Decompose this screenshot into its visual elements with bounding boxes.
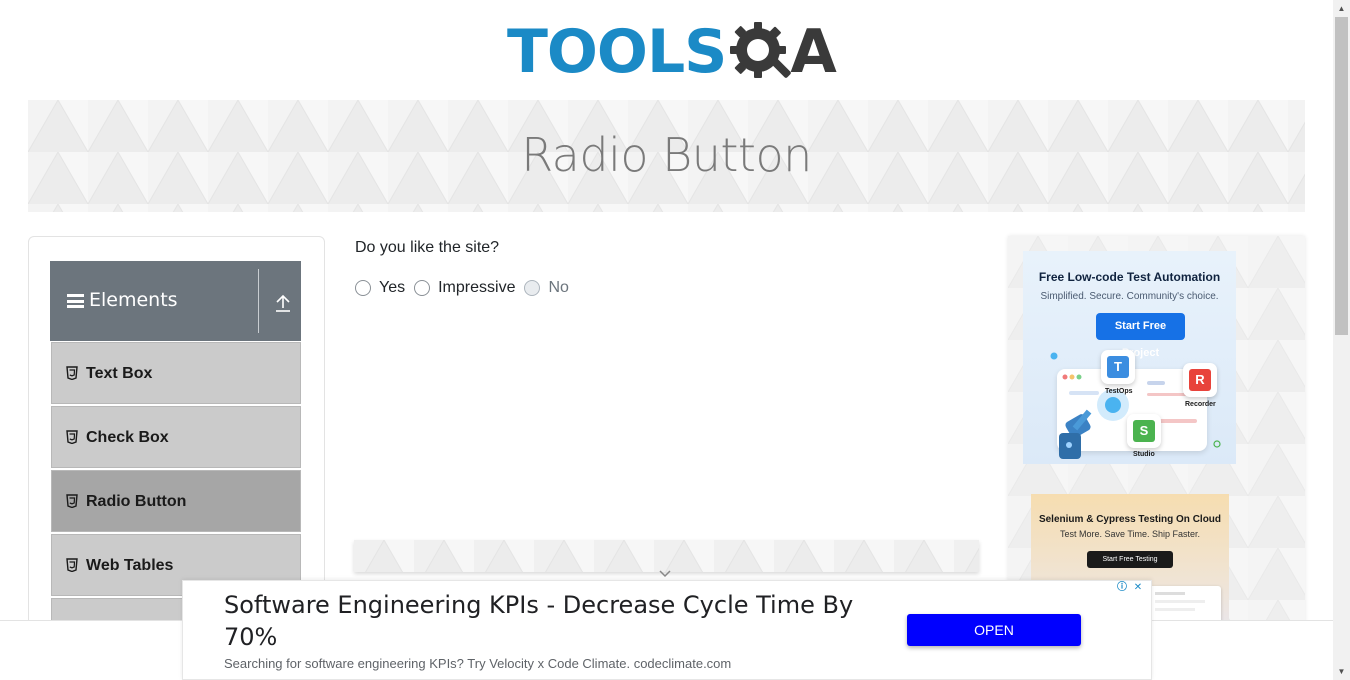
site-header: TOOLS A — [0, 0, 1333, 100]
sidebar-group-elements[interactable]: Elements — [50, 261, 301, 341]
sidebar-item-check-box[interactable]: Check Box — [51, 406, 301, 468]
start-free-project-button[interactable]: Start Free Project — [1096, 313, 1185, 359]
scroll-up-arrow-icon[interactable]: ▲ — [1333, 0, 1350, 17]
page-title: Radio Button — [521, 128, 812, 182]
close-icon[interactable]: ✕ — [1131, 581, 1145, 595]
recorder-tile-icon: R — [1183, 363, 1217, 397]
question-text: Do you like the site? — [355, 239, 500, 256]
radio-circle[interactable] — [355, 280, 371, 296]
bottom-ad-card[interactable]: Software Engineering KPIs - Decrease Cyc… — [182, 580, 1152, 680]
html5-icon — [66, 430, 78, 445]
sidebar-item-label: Web Tables — [86, 557, 174, 574]
sidebar: Elements Text Box Check Box Radio Button… — [28, 236, 325, 636]
bottom-ad-headline[interactable]: Software Engineering KPIs - Decrease Cyc… — [224, 589, 884, 653]
sidebar-group-title: Elements — [89, 289, 178, 311]
logo-tools-text: TOOLS — [507, 17, 727, 87]
studio-tile-icon: S — [1127, 414, 1161, 448]
radio-group: Yes Impressive No — [355, 279, 578, 297]
ad-headline: Selenium & Cypress Testing On Cloud — [1038, 514, 1222, 525]
page-banner: Radio Button — [28, 100, 1305, 212]
radio-no: No — [524, 279, 569, 297]
hamburger-icon — [67, 294, 84, 308]
header-divider — [258, 269, 259, 333]
sidebar-item-label: Check Box — [86, 429, 169, 446]
start-free-testing-button[interactable]: Start Free Testing — [1087, 551, 1173, 568]
open-button[interactable]: OPEN — [907, 614, 1081, 646]
sidebar-item-radio-button[interactable]: Radio Button — [51, 470, 301, 532]
sidebar-item-label: Text Box — [86, 365, 153, 382]
tile-label: Studio — [1133, 451, 1155, 458]
info-icon[interactable]: ⓘ — [1115, 581, 1129, 595]
scroll-down-arrow-icon[interactable]: ▼ — [1333, 663, 1350, 680]
gear-magnifier-icon — [726, 16, 796, 88]
radio-label[interactable]: Impressive — [438, 279, 515, 297]
html5-icon — [66, 366, 78, 381]
ad-subline: Simplified. Secure. Community's choice. — [1040, 291, 1219, 302]
collapse-arrow-icon[interactable] — [273, 293, 293, 313]
toolsqa-logo[interactable]: TOOLS A — [507, 14, 837, 90]
html5-icon — [66, 558, 78, 573]
bottom-ad-subline: Searching for software engineering KPIs?… — [224, 656, 732, 671]
tile-label: Recorder — [1185, 401, 1216, 408]
chevron-down-icon[interactable] — [658, 566, 672, 578]
radio-label: No — [548, 279, 569, 296]
html5-icon — [66, 494, 78, 509]
katalon-ad[interactable]: Free Low-code Test Automation Simplified… — [1023, 251, 1236, 464]
dot-decoration — [1050, 352, 1058, 360]
logo-a-text: A — [790, 17, 837, 87]
sidebar-item-text-box[interactable]: Text Box — [51, 342, 301, 404]
scrollbar-thumb[interactable] — [1335, 17, 1348, 335]
page-scrollbar[interactable]: ▲ ▼ — [1333, 0, 1350, 680]
robot-illustration — [1059, 409, 1092, 459]
sidebar-item-label: Radio Button — [86, 493, 187, 510]
radio-label[interactable]: Yes — [379, 279, 405, 297]
radio-circle[interactable] — [414, 280, 431, 296]
testops-tile-icon: T — [1101, 350, 1135, 384]
radio-yes[interactable]: Yes — [355, 279, 405, 297]
ad-subline: Test More. Save Time. Ship Faster. — [1059, 529, 1201, 539]
dot-decoration — [1213, 440, 1221, 448]
radio-circle — [524, 280, 541, 296]
radio-impressive[interactable]: Impressive — [414, 279, 515, 297]
adchoices[interactable]: ⓘ ✕ — [1115, 581, 1145, 595]
ad-headline: Free Low-code Test Automation — [1038, 270, 1221, 284]
tile-label: TestOps — [1105, 388, 1133, 395]
